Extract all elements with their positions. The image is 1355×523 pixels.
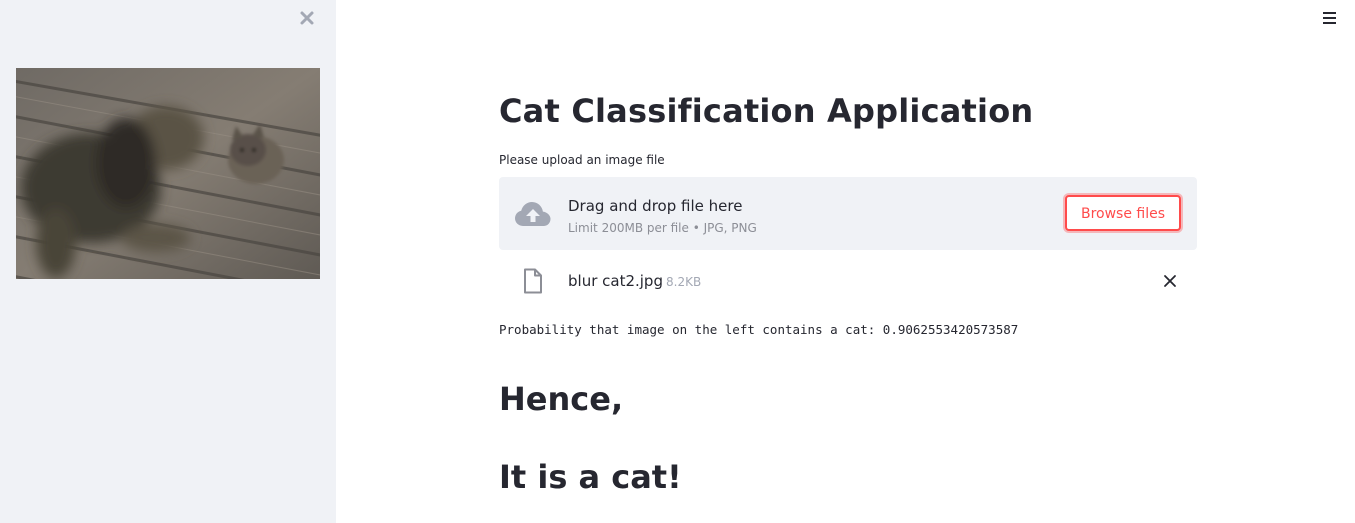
- menu-bar: [1323, 17, 1336, 19]
- hamburger-menu-icon[interactable]: [1318, 8, 1340, 28]
- close-icon-glyph: [300, 11, 314, 25]
- close-icon[interactable]: [297, 8, 317, 28]
- cloud-upload-icon: [515, 202, 551, 226]
- verdict-heading: It is a cat!: [499, 458, 682, 496]
- uploaded-file-name: blur cat2.jpg: [568, 272, 663, 290]
- page-title: Cat Classification Application: [499, 92, 1034, 130]
- upload-limit-text: Limit 200MB per file • JPG, PNG: [568, 221, 757, 235]
- menu-bar: [1323, 22, 1336, 24]
- close-icon[interactable]: [1161, 272, 1179, 290]
- uploader-label: Please upload an image file: [499, 153, 665, 167]
- menu-bar: [1323, 12, 1336, 14]
- probability-output: Probability that image on the left conta…: [499, 322, 1019, 337]
- app-root: Cat Classification Application Please up…: [0, 0, 1355, 523]
- browse-files-button[interactable]: Browse files: [1065, 195, 1181, 231]
- sidebar: [0, 0, 336, 523]
- cat-photo: [16, 68, 320, 279]
- uploaded-file-row: blur cat2.jpg 8.2KB: [499, 258, 1197, 304]
- hence-heading: Hence,: [499, 380, 624, 418]
- file-icon: [524, 268, 542, 294]
- uploaded-file-size: 8.2KB: [666, 275, 702, 289]
- drop-instruction: Drag and drop file here: [568, 197, 743, 215]
- uploaded-cat-image: [16, 68, 320, 279]
- file-dropzone[interactable]: Drag and drop file here Limit 200MB per …: [499, 177, 1197, 250]
